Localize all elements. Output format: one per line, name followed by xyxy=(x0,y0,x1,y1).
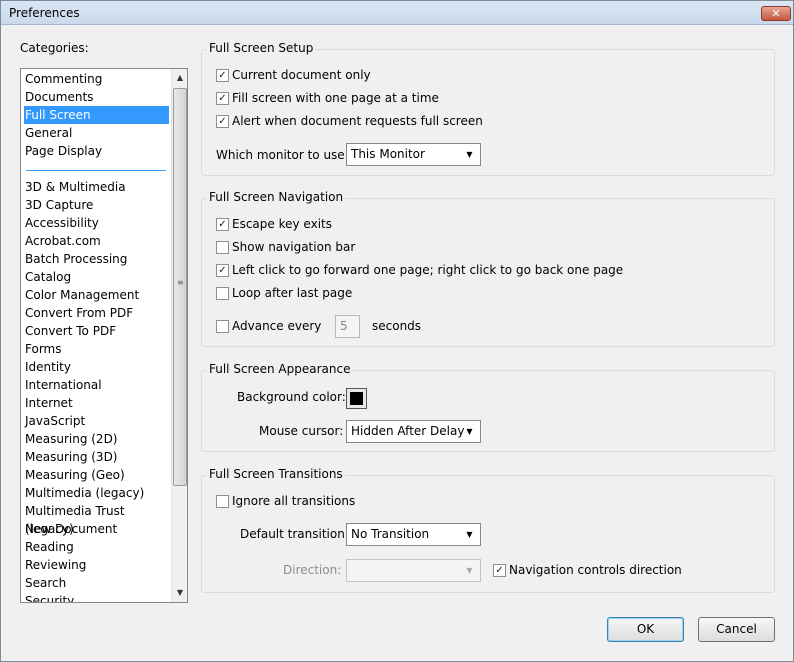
nav-bar-label: Show navigation bar xyxy=(232,240,356,254)
list-item[interactable]: 3D & Multimedia xyxy=(24,178,169,196)
fill-screen-checkbox[interactable]: ✓ xyxy=(216,92,229,105)
list-item[interactable]: Convert To PDF xyxy=(24,322,169,340)
scroll-thumb[interactable]: ≡ xyxy=(173,88,187,486)
list-item[interactable]: Commenting xyxy=(24,70,169,88)
nav-controls-checkbox[interactable]: ✓ xyxy=(493,564,506,577)
list-item[interactable]: Convert From PDF xyxy=(24,304,169,322)
appearance-group-title: Full Screen Appearance xyxy=(207,362,353,376)
background-color-label: Background color: xyxy=(237,390,346,404)
monitor-label: Which monitor to use: xyxy=(216,148,349,162)
mouse-cursor-label: Mouse cursor: xyxy=(259,424,344,438)
loop-checkbox[interactable] xyxy=(216,287,229,300)
categories-scrollbar[interactable]: ▲ ≡ ▼ xyxy=(171,69,187,602)
scroll-down-icon[interactable]: ▼ xyxy=(172,585,187,601)
list-item[interactable]: Documents xyxy=(24,88,169,106)
list-item[interactable]: Search xyxy=(24,574,169,592)
setup-group-title: Full Screen Setup xyxy=(207,41,316,55)
list-item[interactable]: Batch Processing xyxy=(24,250,169,268)
seconds-label: seconds xyxy=(372,319,422,333)
mouse-cursor-dropdown[interactable]: Hidden After Delay ▼ xyxy=(346,420,481,443)
default-transition-value: No Transition xyxy=(351,527,430,541)
appearance-group xyxy=(201,370,775,452)
mouse-cursor-value: Hidden After Delay xyxy=(351,424,465,438)
list-item[interactable]: Measuring (Geo) xyxy=(24,466,169,484)
left-click-label: Left click to go forward one page; right… xyxy=(232,263,624,277)
list-item[interactable]: General xyxy=(24,124,169,142)
transitions-group-title: Full Screen Transitions xyxy=(207,467,345,481)
list-item[interactable]: Identity xyxy=(24,358,169,376)
advance-seconds-input[interactable]: 5 xyxy=(335,315,360,338)
close-button[interactable]: ✕ xyxy=(761,6,791,21)
preferences-dialog: Preferences ✕ Categories: Security Search… xyxy=(0,0,794,662)
list-item[interactable]: Color Management xyxy=(24,286,169,304)
list-item[interactable]: Forms xyxy=(24,340,169,358)
advance-label: Advance every xyxy=(232,319,322,333)
list-item[interactable]: Security xyxy=(24,592,169,602)
list-item[interactable]: JavaScript xyxy=(24,412,169,430)
list-item[interactable]: Measuring (2D) xyxy=(24,430,169,448)
list-item[interactable]: Full Screen xyxy=(24,106,169,124)
list-item[interactable]: Page Display xyxy=(24,142,169,160)
ignore-transitions-checkbox[interactable] xyxy=(216,495,229,508)
monitor-value: This Monitor xyxy=(351,147,425,161)
title-bar: Preferences ✕ xyxy=(1,1,793,25)
categories-listbox[interactable]: Security Search Reviewing Reading New Docume… xyxy=(20,68,188,603)
monitor-dropdown[interactable]: This Monitor ▼ xyxy=(346,143,481,166)
list-item[interactable]: Reviewing xyxy=(24,556,169,574)
navigation-group-title: Full Screen Navigation xyxy=(207,190,346,204)
loop-label: Loop after last page xyxy=(232,286,353,300)
list-item[interactable]: Internet xyxy=(24,394,169,412)
left-click-checkbox[interactable]: ✓ xyxy=(216,264,229,277)
direction-dropdown[interactable]: ▼ xyxy=(346,559,481,582)
direction-label: Direction: xyxy=(283,563,342,577)
list-separator xyxy=(26,170,166,171)
advance-checkbox[interactable] xyxy=(216,320,229,333)
color-swatch xyxy=(350,392,363,405)
cancel-button[interactable]: Cancel xyxy=(698,617,775,642)
default-transition-dropdown[interactable]: No Transition ▼ xyxy=(346,523,481,546)
chevron-down-icon: ▼ xyxy=(466,566,473,575)
list-item[interactable]: 3D Capture xyxy=(24,196,169,214)
background-color-picker[interactable] xyxy=(346,388,367,409)
alert-label: Alert when document requests full screen xyxy=(232,114,483,128)
default-transition-label: Default transition: xyxy=(240,527,349,541)
scroll-up-icon[interactable]: ▲ xyxy=(172,70,187,86)
escape-label: Escape key exits xyxy=(232,217,332,231)
list-item[interactable]: Measuring (3D) xyxy=(24,448,169,466)
current-doc-checkbox[interactable]: ✓ xyxy=(216,69,229,82)
list-item[interactable]: Reading xyxy=(24,538,169,556)
list-item[interactable]: Catalog xyxy=(24,268,169,286)
escape-checkbox[interactable]: ✓ xyxy=(216,218,229,231)
nav-bar-checkbox[interactable] xyxy=(216,241,229,254)
nav-controls-label: Navigation controls direction xyxy=(509,563,682,577)
window-title: Preferences xyxy=(9,6,80,20)
alert-checkbox[interactable]: ✓ xyxy=(216,115,229,128)
list-item[interactable]: International xyxy=(24,376,169,394)
chevron-down-icon: ▼ xyxy=(466,530,473,539)
ignore-transitions-label: Ignore all transitions xyxy=(232,494,356,508)
chevron-down-icon: ▼ xyxy=(466,427,473,436)
ok-button[interactable]: OK xyxy=(607,617,684,642)
list-item[interactable]: Multimedia Trust (legacy) xyxy=(24,502,169,536)
chevron-down-icon: ▼ xyxy=(466,150,473,159)
categories-label: Categories: xyxy=(20,41,89,55)
fill-screen-label: Fill screen with one page at a time xyxy=(232,91,439,105)
list-item[interactable]: Accessibility xyxy=(24,214,169,232)
list-item[interactable]: Multimedia (legacy) xyxy=(24,484,169,502)
current-doc-label: Current document only xyxy=(232,68,371,82)
grip-icon: ≡ xyxy=(177,278,184,287)
list-item[interactable]: Acrobat.com xyxy=(24,232,169,250)
